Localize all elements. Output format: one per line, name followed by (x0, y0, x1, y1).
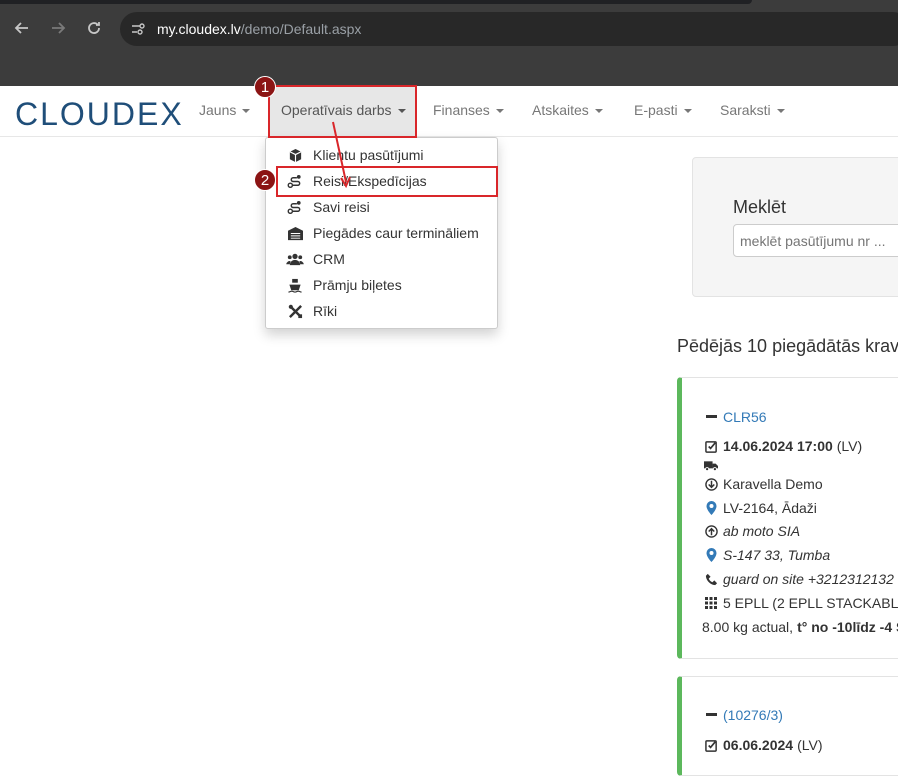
menu-e-pasti[interactable]: E-pasti (634, 102, 692, 118)
cargo-description: 5 EPLL (2 EPLL STACKABLE) (723, 595, 898, 611)
delivery-card: (10276/3) 06.06.2024 (LV) (677, 676, 898, 776)
cloudex-logo[interactable]: CLOUDEX (15, 96, 184, 133)
card-id-row: (10276/3) (704, 705, 783, 725)
caret-icon (776, 109, 785, 114)
url-host: my.cloudex.lv (157, 21, 241, 37)
card-cargo-row: 5 EPLL (2 EPLL STACKABLE) (704, 593, 898, 613)
temperature-text: t° no -10līdz -4 St (797, 619, 898, 635)
dropdown-item-label: Savi reisi (313, 199, 370, 215)
dropdown-item-label: Rīki (313, 303, 338, 319)
arrow-up-circle-icon (704, 524, 718, 538)
warehouse-icon (286, 225, 304, 241)
address-bar[interactable]: my.cloudex.lv/demo/Default.aspx (120, 12, 898, 46)
delivery-date: 06.06.2024 (723, 737, 794, 753)
tab-strip (0, 0, 752, 4)
search-input[interactable] (733, 224, 898, 257)
collapse-icon[interactable] (704, 708, 718, 722)
card-unloader-row: ab moto SIA (704, 521, 800, 541)
menu-label: Jauns (199, 102, 237, 118)
dropdown-item-piegades-caur-terminaliem[interactable]: Piegādes caur termināliem (286, 222, 479, 244)
caret-icon (594, 109, 603, 114)
card-date-row: 14.06.2024 17:00 (LV) (704, 436, 862, 456)
order-link[interactable]: CLR56 (723, 409, 767, 425)
app-navbar: CLOUDEX Jauns Operatīvais darbs Finanses… (0, 86, 898, 137)
date-suffix: (LV) (836, 438, 863, 454)
users-icon (286, 251, 304, 267)
dropdown-item-savi-reisi[interactable]: Savi reisi (286, 196, 370, 218)
truck-icon (704, 459, 718, 473)
caret-icon (683, 109, 692, 114)
dropdown-item-riki[interactable]: Rīki (286, 300, 337, 322)
search-title: Meklēt (733, 197, 787, 217)
grid-icon (704, 596, 718, 610)
menu-label: Saraksti (720, 102, 771, 118)
dropdown-item-pramju-biletes[interactable]: Prāmju biļetes (286, 274, 402, 296)
calendar-check-icon (704, 738, 718, 752)
menu-finanses[interactable]: Finanses (433, 102, 504, 118)
annotation-badge-2: 2 (254, 169, 276, 191)
delivery-date: 14.06.2024 17:00 (723, 438, 833, 454)
caret-icon (242, 109, 251, 114)
forward-icon[interactable] (46, 16, 70, 40)
menu-atskaites[interactable]: Atskaites (532, 102, 603, 118)
order-link[interactable]: (10276/3) (723, 707, 783, 723)
load-address: LV-2164, Ādaži (723, 500, 817, 516)
contact-info: guard on site +3212312132 (723, 571, 894, 587)
card-contact-row: guard on site +3212312132 (704, 569, 894, 589)
card-load-address-row: LV-2164, Ādaži (704, 498, 817, 518)
url-text: my.cloudex.lv/demo/Default.aspx (157, 21, 361, 37)
date-suffix: (LV) (797, 737, 823, 753)
unloader-name: ab moto SIA (723, 523, 801, 539)
weight-text: 8.00 kg actual, (702, 619, 794, 635)
dropdown-item-klientu-pasutijumi[interactable]: Klientu pasūtījumi (286, 144, 424, 166)
calendar-check-icon (704, 439, 718, 453)
menu-label: E-pasti (634, 102, 678, 118)
dropdown-item-label: Prāmju biļetes (313, 277, 402, 293)
dropdown-item-crm[interactable]: CRM (286, 248, 345, 270)
card-unload-address-row: S-147 33, Tumba (704, 545, 830, 565)
site-info-icon[interactable] (130, 21, 146, 37)
map-marker-icon (704, 548, 718, 562)
tools-icon (286, 303, 304, 319)
search-panel: Meklēt (692, 157, 898, 297)
dropdown-item-label: Piegādes caur termināliem (313, 225, 479, 241)
menu-label: Finanses (433, 102, 490, 118)
menu-jauns[interactable]: Jauns (199, 102, 251, 118)
browser-toolbar: my.cloudex.lv/demo/Default.aspx (0, 0, 898, 86)
caret-icon (495, 109, 504, 114)
dropdown-item-label: CRM (313, 251, 345, 267)
card-date-row: 06.06.2024 (LV) (704, 735, 823, 755)
back-icon[interactable] (10, 16, 34, 40)
annotation-box-1 (268, 85, 417, 138)
card-truck-row (704, 456, 721, 476)
map-marker-icon (704, 501, 718, 515)
menu-saraksti[interactable]: Saraksti (720, 102, 785, 118)
unload-address: S-147 33, Tumba (723, 547, 831, 563)
arrow-down-circle-icon (704, 477, 718, 491)
card-id-row: CLR56 (704, 407, 767, 427)
dropdown-item-label: Klientu pasūtījumi (313, 147, 424, 163)
recent-deliveries-heading: Pēdējās 10 piegādātās krava (677, 336, 898, 356)
delivery-card: CLR56 14.06.2024 17:00 (LV) Karavella De… (677, 377, 898, 659)
card-weight-row: 8.00 kg actual, t° no -10līdz -4 St (702, 617, 898, 637)
ship-icon (286, 277, 304, 293)
annotation-badge-1: 1 (254, 76, 276, 98)
route-icon (286, 199, 304, 215)
loader-name: Karavella Demo (723, 476, 823, 492)
annotation-box-2 (276, 166, 498, 197)
url-path: /demo/Default.aspx (240, 21, 362, 37)
menu-label: Atskaites (532, 102, 589, 118)
card-loader-row: Karavella Demo (704, 474, 823, 494)
box-icon (286, 147, 304, 163)
phone-icon (704, 572, 718, 586)
collapse-icon[interactable] (704, 410, 718, 424)
reload-icon[interactable] (82, 16, 106, 40)
